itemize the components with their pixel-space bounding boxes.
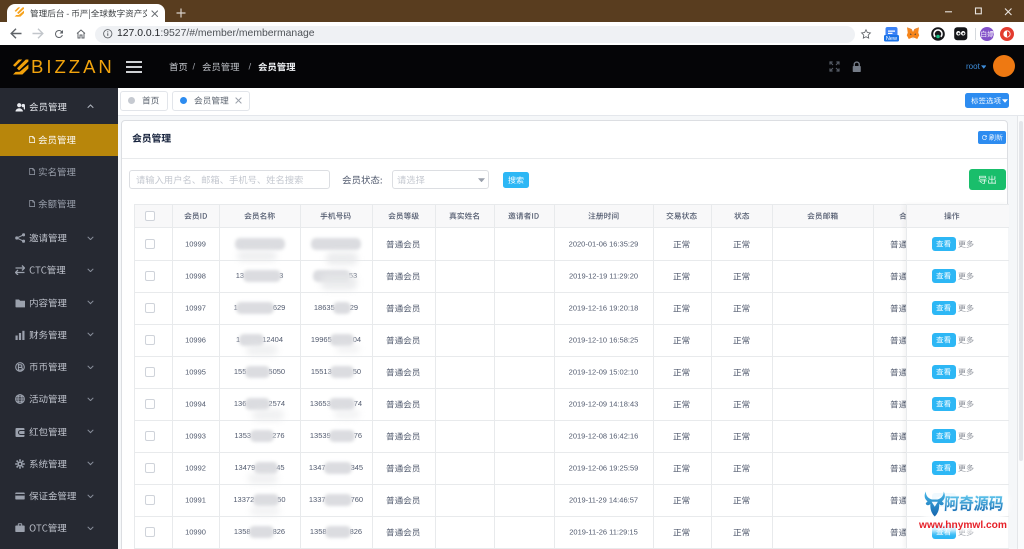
svg-text:New: New [886,36,898,42]
